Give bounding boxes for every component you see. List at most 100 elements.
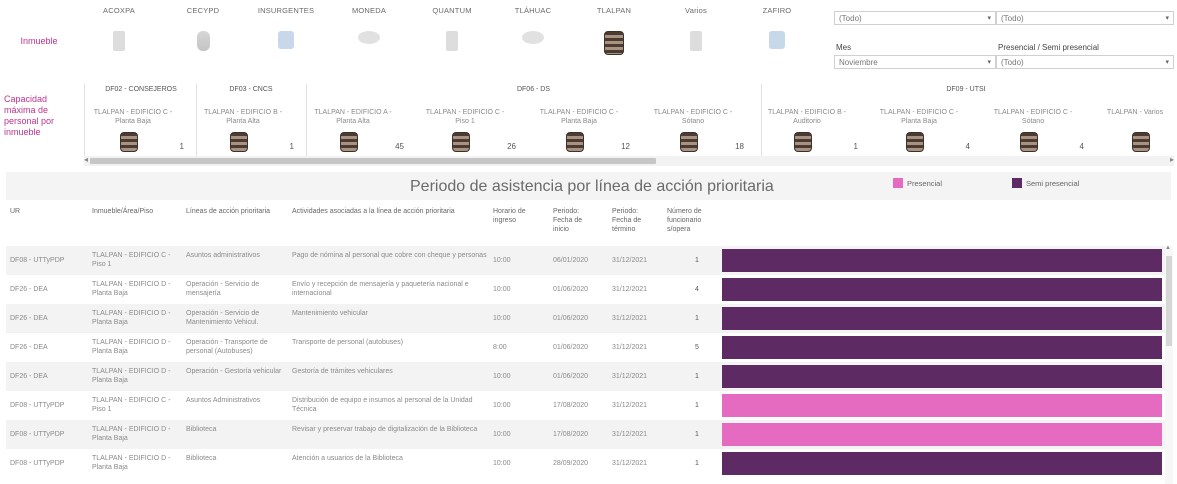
mes-dropdown[interactable]: Noviembre ▾ <box>834 55 996 69</box>
cell-inicio: 01/06/2020 <box>553 344 589 351</box>
table-row[interactable]: DF08 - UTTyPDP TLALPAN - EDIFICIO C - Pis… <box>6 391 1171 420</box>
building-option[interactable]: ACOXPA <box>83 6 155 57</box>
capacity-column-name: TLALPAN - EDIFICIO A - Planta Alta <box>314 109 392 125</box>
attendance-bar[interactable] <box>722 278 1162 301</box>
capacity-group-header: DF09 - UTSI <box>946 86 986 93</box>
box-building-icon <box>108 31 130 57</box>
capacity-label: Capacidad máxima de personal por inmuebl… <box>4 94 55 137</box>
capacity-value: 1 <box>179 142 184 151</box>
cell-num: 1 <box>695 257 699 264</box>
cell-num: 1 <box>695 460 699 467</box>
cell-linea: Operación - Servicio de Mantenimiento Ve… <box>186 310 260 326</box>
capacity-value: 18 <box>735 142 744 151</box>
legend-presencial[interactable]: Presencial <box>893 178 942 188</box>
capacity-value: 1 <box>853 142 858 151</box>
attendance-bar[interactable] <box>722 394 1162 417</box>
attendance-bar[interactable] <box>722 249 1162 272</box>
cell-ur: DF08 - UTTyPDP <box>10 431 65 438</box>
box-building-icon <box>685 31 707 57</box>
cell-num: 5 <box>695 344 699 351</box>
cell-inicio: 01/06/2020 <box>553 373 589 380</box>
chevron-down-icon: ▾ <box>1165 15 1169 22</box>
table-row[interactable]: DF26 - DEA TLALPAN - EDIFICIO D - Planta … <box>6 275 1171 304</box>
cell-actividades: Transporte de personal (autobuses) <box>292 339 404 346</box>
scroll-left-icon[interactable]: ◂ <box>84 155 88 164</box>
filter-dropdown-2[interactable]: (Todo) ▾ <box>996 11 1174 25</box>
cell-ur: DF08 - UTTyPDP <box>10 402 65 409</box>
blue-building-icon <box>766 31 788 57</box>
header-fecha-inicio: Periodo: Fecha de inicio <box>553 208 583 233</box>
building-name: TLÁHUAC <box>514 6 552 15</box>
cell-actividades: Pago de nómina al personal que cobre con… <box>292 252 487 259</box>
vertical-scroll-thumb[interactable] <box>1166 256 1172 346</box>
stacked-building-icon <box>230 132 248 152</box>
chevron-down-icon: ▾ <box>987 59 991 66</box>
oval-building-icon <box>522 31 544 57</box>
building-option[interactable]: TLÁHUAC <box>497 6 569 57</box>
table-row[interactable]: DF08 - UTTyPDP TLALPAN - EDIFICIO C - Pis… <box>6 246 1171 275</box>
mes-dropdown-value: Noviembre <box>839 58 878 67</box>
building-option[interactable]: TLALPAN <box>578 6 650 57</box>
header-inmueble: Inmueble/Área/Piso <box>92 208 154 215</box>
building-name: QUANTUM <box>432 6 472 15</box>
building-option[interactable]: INSURGENTES <box>250 6 322 57</box>
building-option[interactable]: MONEDA <box>333 6 405 57</box>
stacked-building-icon <box>340 132 358 152</box>
building-name: MONEDA <box>351 6 387 15</box>
cell-termino: 31/12/2021 <box>612 315 648 322</box>
cell-ur: DF26 - DEA <box>10 315 48 322</box>
legend-semi[interactable]: Semi presencial <box>1012 178 1079 188</box>
table-row[interactable]: DF26 - DEA TLALPAN - EDIFICIO D - Planta … <box>6 362 1171 391</box>
cell-horario: 8:00 <box>493 344 507 351</box>
cell-termino: 31/12/2021 <box>612 460 648 467</box>
presencial-dropdown[interactable]: (Todo) ▾ <box>996 55 1174 69</box>
cell-actividades: Mantenimiento vehicular <box>292 310 368 317</box>
inmueble-label: Inmueble <box>20 36 58 46</box>
capacity-value: 26 <box>507 142 516 151</box>
cell-linea: Asuntos administrativos <box>186 252 260 259</box>
header-horario: Horario de ingreso <box>493 208 526 224</box>
attendance-bar[interactable] <box>722 423 1162 446</box>
cell-termino: 31/12/2021 <box>612 344 648 351</box>
cell-inmueble: TLALPAN - EDIFICIO D - Planta Baja <box>92 368 171 384</box>
stacked-building-icon <box>603 31 625 57</box>
capacity-value: 4 <box>1079 142 1084 151</box>
vertical-scrollbar[interactable]: ▲ <box>1165 245 1173 484</box>
cell-ur: DF08 - UTTyPDP <box>10 460 65 467</box>
attendance-bar[interactable] <box>722 452 1162 475</box>
filter-dropdown-2-value: (Todo) <box>1001 14 1024 23</box>
building-option[interactable]: ZAFIRO <box>741 6 813 57</box>
table-row[interactable]: DF26 - DEA TLALPAN - EDIFICIO D - Planta … <box>6 333 1171 362</box>
scroll-up-icon[interactable]: ▲ <box>1165 245 1171 251</box>
building-option[interactable]: CECYPD <box>167 6 239 57</box>
header-num-funcionarios: Número de funcionario s/opera <box>667 208 702 233</box>
building-option[interactable]: Varios <box>660 6 732 57</box>
attendance-bar[interactable] <box>722 307 1162 330</box>
capacity-group-header: DF02 - CONSEJEROS <box>105 86 177 93</box>
chart-title: Periodo de asistencia por línea de acció… <box>410 178 774 195</box>
attendance-bar[interactable] <box>722 365 1162 388</box>
stacked-building-icon <box>566 132 584 152</box>
header-actividades: Actividades asociadas a la línea de acci… <box>292 208 455 215</box>
cell-termino: 31/12/2021 <box>612 257 648 264</box>
filter-dropdown-1[interactable]: (Todo) ▾ <box>834 11 996 25</box>
cell-actividades: Atención a usuarios de la Biblioteca <box>292 455 403 462</box>
cell-inicio: 06/01/2020 <box>553 257 589 264</box>
capacity-column-name: TLALPAN - EDIFICIO C - Planta Baja <box>539 109 619 125</box>
attendance-bar[interactable] <box>722 336 1162 359</box>
table-row[interactable]: DF08 - UTTyPDP TLALPAN - EDIFICIO D - Pla… <box>6 420 1171 449</box>
table-row[interactable]: DF08 - UTTyPDP TLALPAN - EDIFICIO D - Pla… <box>6 449 1171 478</box>
horizontal-scrollbar[interactable]: ◂ ▸ <box>84 155 1174 166</box>
filter-dropdown-1-value: (Todo) <box>839 14 862 23</box>
cell-termino: 31/12/2021 <box>612 402 648 409</box>
scroll-right-icon[interactable]: ▸ <box>1170 155 1174 164</box>
table-row[interactable]: DF26 - DEA TLALPAN - EDIFICIO D - Planta … <box>6 304 1171 333</box>
cell-termino: 31/12/2021 <box>612 431 648 438</box>
scroll-thumb[interactable] <box>90 158 656 164</box>
legend-semi-swatch <box>1012 178 1022 188</box>
mes-label: Mes <box>836 43 852 52</box>
building-option[interactable]: QUANTUM <box>416 6 488 57</box>
stacked-building-icon <box>452 132 470 152</box>
cell-actividades: Envío y recepción de mensajería y paquet… <box>292 281 469 297</box>
cell-actividades: Gestoría de trámites vehiculares <box>292 368 393 375</box>
